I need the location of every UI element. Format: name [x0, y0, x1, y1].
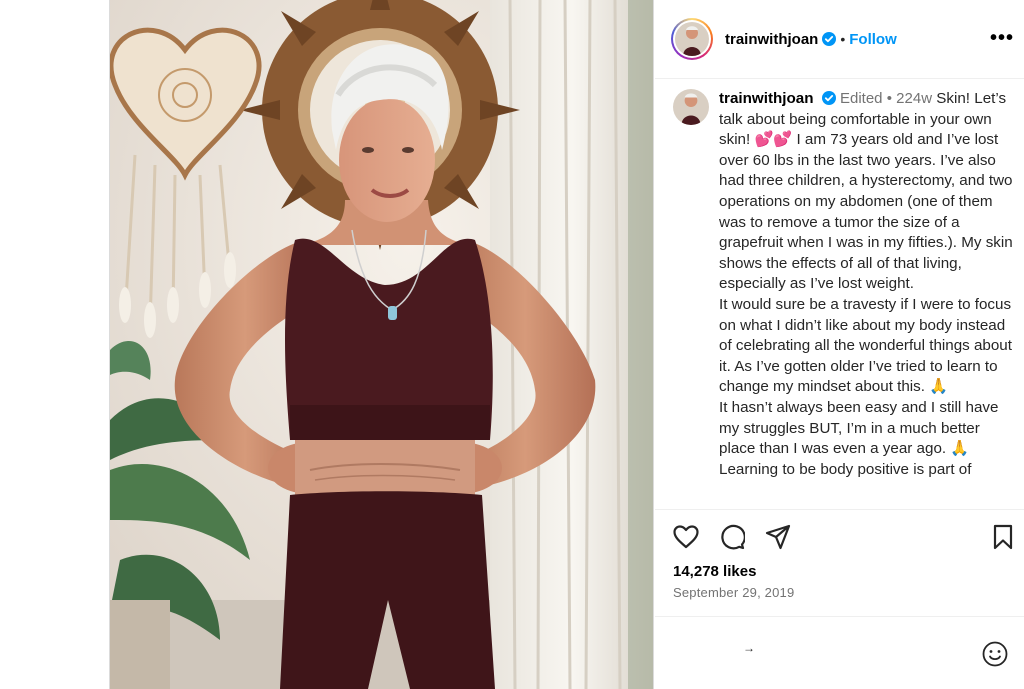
- post-photo-illustration: [110, 0, 653, 689]
- header-username[interactable]: trainwithjoan: [725, 31, 818, 48]
- bookmark-icon[interactable]: [988, 522, 1018, 552]
- caption: trainwithjoan Edited • 224w Skin! Let’s …: [719, 89, 1016, 480]
- story-ring[interactable]: [671, 18, 713, 60]
- verified-badge-icon: [822, 32, 837, 46]
- action-bar: [655, 518, 1024, 560]
- follow-button[interactable]: Follow: [849, 31, 897, 48]
- post-details-panel: trainwithjoan • Follow ••• trainwithjoan…: [655, 0, 1024, 689]
- post-header: trainwithjoan • Follow •••: [655, 0, 1024, 79]
- comment-arrow: →: [743, 641, 755, 655]
- post-age[interactable]: 224w: [896, 90, 932, 107]
- share-icon[interactable]: [763, 522, 793, 552]
- more-options-icon[interactable]: •••: [990, 26, 1014, 50]
- post-date[interactable]: September 29, 2019: [673, 585, 794, 600]
- caption-avatar[interactable]: [673, 89, 709, 125]
- comments-section[interactable]: trainwithjoan Edited • 224w Skin! Let’s …: [655, 80, 1024, 510]
- post-image[interactable]: [109, 0, 654, 689]
- heart-icon[interactable]: [671, 522, 701, 552]
- comment-icon[interactable]: [717, 522, 747, 552]
- verified-badge-icon: [821, 91, 836, 105]
- avatar: [675, 22, 709, 56]
- caption-username[interactable]: trainwithjoan: [719, 90, 814, 107]
- separator-dot: •: [886, 90, 897, 107]
- caption-text: Skin! Let’s talk about being comfortable…: [719, 90, 1013, 478]
- emoji-icon[interactable]: [982, 641, 1008, 667]
- separator-dot: •: [840, 31, 846, 47]
- edited-label: Edited: [839, 90, 883, 107]
- add-comment-bar[interactable]: →: [655, 616, 1024, 689]
- likes-count[interactable]: 14,278 likes: [673, 563, 756, 580]
